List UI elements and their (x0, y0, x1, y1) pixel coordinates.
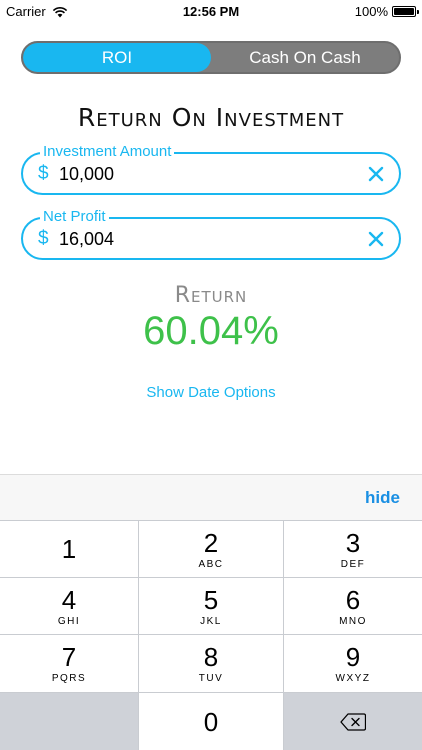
key-2[interactable]: 2 ABC (139, 521, 283, 577)
backspace-key[interactable] (284, 693, 422, 750)
battery-fill (394, 8, 414, 15)
key-number: 6 (345, 584, 361, 615)
key-letters: ABC (198, 558, 224, 570)
investment-amount-field[interactable]: Investment Amount $ 10,000 (21, 143, 401, 195)
status-bar: Carrier 12:56 PM 100% (0, 0, 422, 22)
status-right: 100% (354, 4, 419, 19)
clear-icon[interactable] (367, 165, 385, 183)
key-number: 7 (61, 642, 77, 672)
key-letters: TUV (198, 673, 224, 684)
battery-icon (392, 6, 419, 17)
dollar-sign: $ (38, 163, 49, 184)
net-profit-field[interactable]: Net Profit $ 16,004 (21, 208, 401, 260)
key-1[interactable]: 1 (0, 521, 138, 577)
key-number: 2 (203, 527, 219, 558)
key-letters: MNO (339, 615, 367, 627)
page-title: Return On Investment (77, 103, 345, 132)
backspace-icon (340, 712, 366, 731)
key-blank (0, 693, 138, 750)
key-7[interactable]: 7 PQRS (0, 635, 138, 692)
key-number: 5 (203, 584, 219, 615)
key-number: 4 (61, 584, 77, 615)
number-keypad: 1 2 ABC 3 DEF 4 GHI 5 JKL 6 MNO 7 PQRS 8… (0, 520, 422, 750)
show-date-options-link[interactable]: Show Date Options (0, 384, 422, 401)
key-0[interactable]: 0 (139, 693, 283, 750)
key-3[interactable]: 3 DEF (284, 521, 422, 577)
net-profit-label: Net Profit (40, 208, 109, 226)
key-letters: DEF (340, 558, 366, 570)
key-number: 1 (61, 534, 77, 564)
dollar-sign: $ (38, 228, 49, 249)
key-9[interactable]: 9 WXYZ (284, 635, 422, 692)
key-6[interactable]: 6 MNO (284, 578, 422, 634)
return-value: 60.04% (143, 309, 279, 353)
key-4[interactable]: 4 GHI (0, 578, 138, 634)
segment-roi[interactable]: ROI (23, 43, 211, 72)
key-5[interactable]: 5 JKL (139, 578, 283, 634)
investment-amount-label: Investment Amount (40, 143, 175, 161)
keyboard-accessory-bar: hide (0, 474, 422, 520)
clear-icon[interactable] (367, 230, 385, 248)
key-letters: GHI (57, 615, 81, 627)
segment-cash-on-cash[interactable]: Cash On Cash (211, 43, 399, 72)
key-letters: PQRS (51, 673, 87, 684)
return-label: Return (174, 283, 248, 308)
key-number: 9 (345, 642, 361, 672)
key-8[interactable]: 8 TUV (139, 635, 283, 692)
key-letters: JKL (200, 615, 222, 627)
investment-amount-value[interactable]: 10,000 (59, 164, 114, 185)
hide-keyboard-button[interactable]: hide (365, 488, 400, 508)
net-profit-value[interactable]: 16,004 (59, 229, 114, 250)
calculator-mode-switch: ROI Cash On Cash (21, 41, 401, 74)
battery-percent: 100% (354, 4, 388, 19)
key-number: 0 (203, 706, 219, 737)
key-number: 8 (203, 642, 219, 672)
key-number: 3 (345, 527, 361, 558)
key-letters: WXYZ (335, 673, 371, 684)
